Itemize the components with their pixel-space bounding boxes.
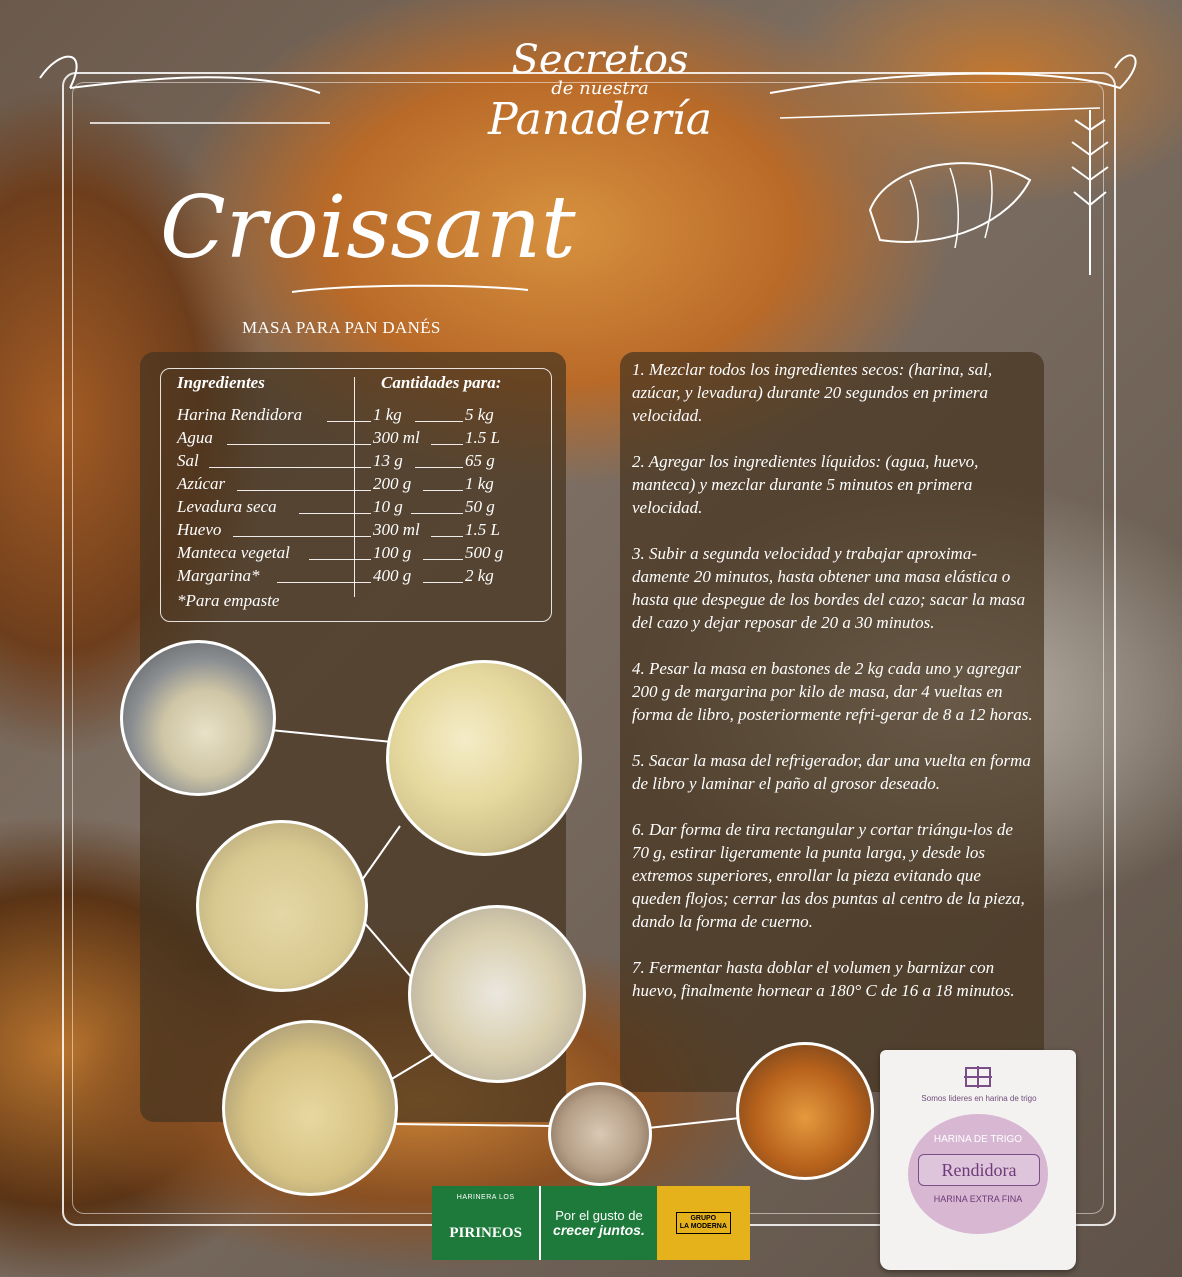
ingredient-row: Manteca vegetal 100 g 500 g <box>177 543 537 566</box>
ingredient-row: Margarina* 400 g 2 kg <box>177 566 537 589</box>
ingredient-name: Manteca vegetal <box>177 543 290 562</box>
ingredient-qty-2: 1.5 L <box>465 520 500 539</box>
ingredients-table: Ingredientes Cantidades para: Harina Ren… <box>160 368 552 622</box>
ingredient-qty-1: 100 g <box>373 543 412 562</box>
step-photo-cutting-triangles <box>222 1020 398 1196</box>
sponsor-logos: HARINERA LOS PIRINEOS Por el gusto de cr… <box>432 1186 750 1260</box>
rule <box>309 559 371 560</box>
ingredient-qty-2: 5 kg <box>465 405 494 424</box>
harinera-logo: HARINERA LOS PIRINEOS <box>432 1186 540 1260</box>
step-6: 6. Dar forma de tira rectangular y corta… <box>632 820 1025 931</box>
ingredients-header: Ingredientes <box>177 373 265 392</box>
ingredient-row: Agua 300 ml 1.5 L <box>177 428 537 451</box>
recipe-title: Croissant <box>160 178 576 278</box>
bag-emblem-icon <box>964 1066 992 1088</box>
steps-list: 1. Mezclar todos los ingredientes secos:… <box>632 358 1034 1025</box>
ingredient-qty-1: 1 kg <box>373 405 402 424</box>
ingredient-qty-1: 400 g <box>373 566 412 585</box>
harinera-logo-big: PIRINEOS <box>449 1225 522 1241</box>
wheat-sketch-icon <box>1071 110 1109 275</box>
step-photo-rolling <box>548 1082 652 1186</box>
rule <box>237 490 371 491</box>
ingredient-name: Agua <box>177 428 213 447</box>
step-photo-dough-margarine <box>386 660 582 856</box>
recipe-subtitle: MASA PARA PAN DANÉS <box>242 318 441 337</box>
ingredient-name: Margarina* <box>177 566 260 585</box>
step-3: 3. Subir a segunda velocidad y trabajar … <box>632 544 1026 632</box>
bag-type: HARINA DE TRIGO <box>933 1134 1023 1145</box>
step-4: 4. Pesar la masa en bastones de 2 kg cad… <box>632 659 1033 724</box>
rule <box>327 421 371 422</box>
ingredient-qty-2: 65 g <box>465 451 495 470</box>
ingredients-note: *Para empaste <box>177 591 280 610</box>
ingredient-qty-2: 1 kg <box>465 474 494 493</box>
slogan-line-2: crecer juntos. <box>553 1222 645 1238</box>
grupo-logo: GRUPO LA MODERNA <box>656 1186 750 1260</box>
ingredient-row: Huevo 300 ml 1.5 L <box>177 520 537 543</box>
grupo-logo-box: GRUPO LA MODERNA <box>675 1212 731 1234</box>
ingredient-qty-1: 300 ml <box>373 520 420 539</box>
flour-bag-product: Somos lideres en harina de trigo HARINA … <box>880 1050 1076 1270</box>
slogan: Por el gusto de crecer juntos. <box>539 1186 657 1260</box>
rule <box>277 582 371 583</box>
rule <box>423 559 463 560</box>
frame-flourish-top-left <box>39 55 330 124</box>
brand-line-1: Secretos <box>511 37 689 83</box>
brand-line-3: Panadería <box>488 94 712 145</box>
slogan-line-1: Por el gusto de <box>555 1208 643 1223</box>
rule <box>431 536 463 537</box>
ingredient-name: Sal <box>177 451 199 470</box>
ingredient-name: Azúcar <box>177 474 226 493</box>
bag-tagline: Somos lideres en harina de trigo <box>921 1094 1037 1103</box>
step-photo-baked-croissant <box>736 1042 874 1180</box>
step-photo-folding <box>196 820 368 992</box>
rule <box>431 444 463 445</box>
rule <box>415 421 463 422</box>
ingredient-qty-1: 300 ml <box>373 428 420 447</box>
ingredient-qty-2: 50 g <box>465 497 495 516</box>
quantities-header: Cantidades para: <box>381 373 502 392</box>
ingredient-row: Sal 13 g 65 g <box>177 451 537 474</box>
ingredient-qty-1: 13 g <box>373 451 403 470</box>
ingredient-name: Harina Rendidora <box>177 405 303 424</box>
ingredient-row: Harina Rendidora 1 kg 5 kg <box>177 405 537 428</box>
bag-name: Rendidora <box>918 1154 1040 1186</box>
grupo-name: LA MODERNA <box>679 1223 727 1230</box>
rule <box>299 513 371 514</box>
rule <box>233 536 371 537</box>
step-photo-laminated-dough <box>408 905 586 1083</box>
ingredient-row: Levadura seca 10 g 50 g <box>177 497 537 520</box>
brand-logo: Secretos de nuestra Panadería <box>470 40 730 160</box>
ingredient-qty-1: 10 g <box>373 497 403 516</box>
step-1: 1. Mezclar todos los ingredientes secos:… <box>632 360 993 425</box>
step-2: 2. Agregar los ingredientes líquidos: (a… <box>632 452 979 517</box>
rule <box>423 582 463 583</box>
rule <box>423 490 463 491</box>
title-underline-flourish <box>291 284 529 293</box>
rule <box>227 444 371 445</box>
ingredient-name: Levadura seca <box>177 497 277 516</box>
ingredient-row: Azúcar 200 g 1 kg <box>177 474 537 497</box>
grupo-label: GRUPO <box>690 1215 717 1222</box>
rule <box>411 513 463 514</box>
ingredient-qty-2: 2 kg <box>465 566 494 585</box>
step-5: 5. Sacar la masa del refrigerador, dar u… <box>632 751 1031 793</box>
rule <box>415 467 463 468</box>
rule <box>209 467 371 468</box>
step-photo-mixer <box>120 640 276 796</box>
harinera-logo-small: HARINERA LOS <box>456 1194 515 1201</box>
bag-description: HARINA EXTRA FINA <box>933 1194 1023 1204</box>
step-7: 7. Fermentar hasta doblar el volumen y b… <box>632 958 1015 1000</box>
ingredient-qty-2: 1.5 L <box>465 428 500 447</box>
ingredient-qty-1: 200 g <box>373 474 412 493</box>
ingredient-name: Huevo <box>177 520 222 539</box>
croissant-sketch-icon <box>868 162 1032 249</box>
ingredient-qty-2: 500 g <box>465 543 504 562</box>
